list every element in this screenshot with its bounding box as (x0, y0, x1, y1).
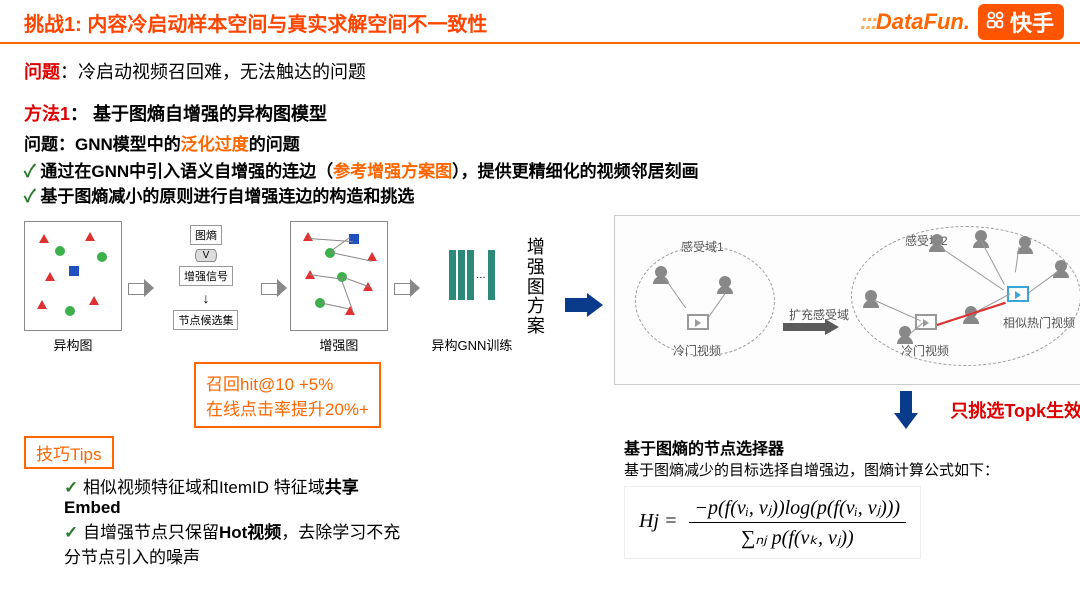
subproblem-line: 问题：GNN模型中的泛化过度的问题 (24, 130, 1056, 155)
augment-scheme-label: 增强 图方 案 (527, 238, 559, 337)
down-arrow-icon (894, 391, 918, 431)
metrics-box: 召回hit@10 +5% 在线点击率提升20%+ (194, 362, 381, 428)
gnn-training-panel: … (423, 221, 521, 331)
header-logos: :::DataFun. 快手 (860, 4, 1064, 40)
datafun-logo: :::DataFun. (860, 9, 970, 35)
heterograph-panel (24, 221, 122, 331)
kuaishou-logo: 快手 (978, 4, 1064, 40)
augmented-graph-panel (290, 221, 388, 331)
method-points: 通过在GNN中引入语义自增强的连边（参考增强方案图），提供更精细化的视频邻居刻画… (24, 157, 1056, 207)
kuaishou-icon (984, 9, 1006, 35)
arrow-icon (261, 279, 284, 297)
cylinder-icon: V (195, 249, 217, 262)
arrow-icon (394, 279, 417, 297)
tips-label: 技巧Tips (24, 436, 114, 469)
slide-title: 挑战1: 内容冷启动样本空间与真实求解空间不一致性 (24, 8, 487, 37)
arrow-icon (128, 279, 151, 297)
entropy-selector-block: 基于图熵的节点选择器 基于图熵减少的目标选择自增强边，图熵计算公式如下： Hj … (624, 435, 1080, 559)
tips-list: 相似视频特征域和ItemID 特征域共享Embed 自增强节点只保留Hot视频，… (64, 473, 404, 568)
method-heading: 方法1： 基于图熵自增强的异构图模型 (24, 100, 1056, 126)
pipeline-diagram: 异构图 图熵 V 增强信号 ↓ 节点候选集 (24, 221, 600, 354)
receptive-field-diagram: 感受域1 感受域2 冷门视频 扩充感受域 冷门视频 (614, 215, 1080, 385)
big-arrow-icon (565, 293, 600, 317)
slide-header: 挑战1: 内容冷启动样本空间与真实求解空间不一致性 :::DataFun. 快手 (0, 0, 1080, 44)
problem-line: 问题：冷启动视频召回难，无法触达的问题 (24, 58, 1056, 84)
entropy-panel: 图熵 V 增强信号 ↓ 节点候选集 (157, 223, 255, 333)
topk-note: 只挑选Topk生效 (950, 397, 1080, 423)
entropy-formula: Hj = −p(f(vᵢ, vⱼ))log(p(f(vᵢ, vⱼ))) ∑ₙⱼ … (624, 486, 921, 559)
